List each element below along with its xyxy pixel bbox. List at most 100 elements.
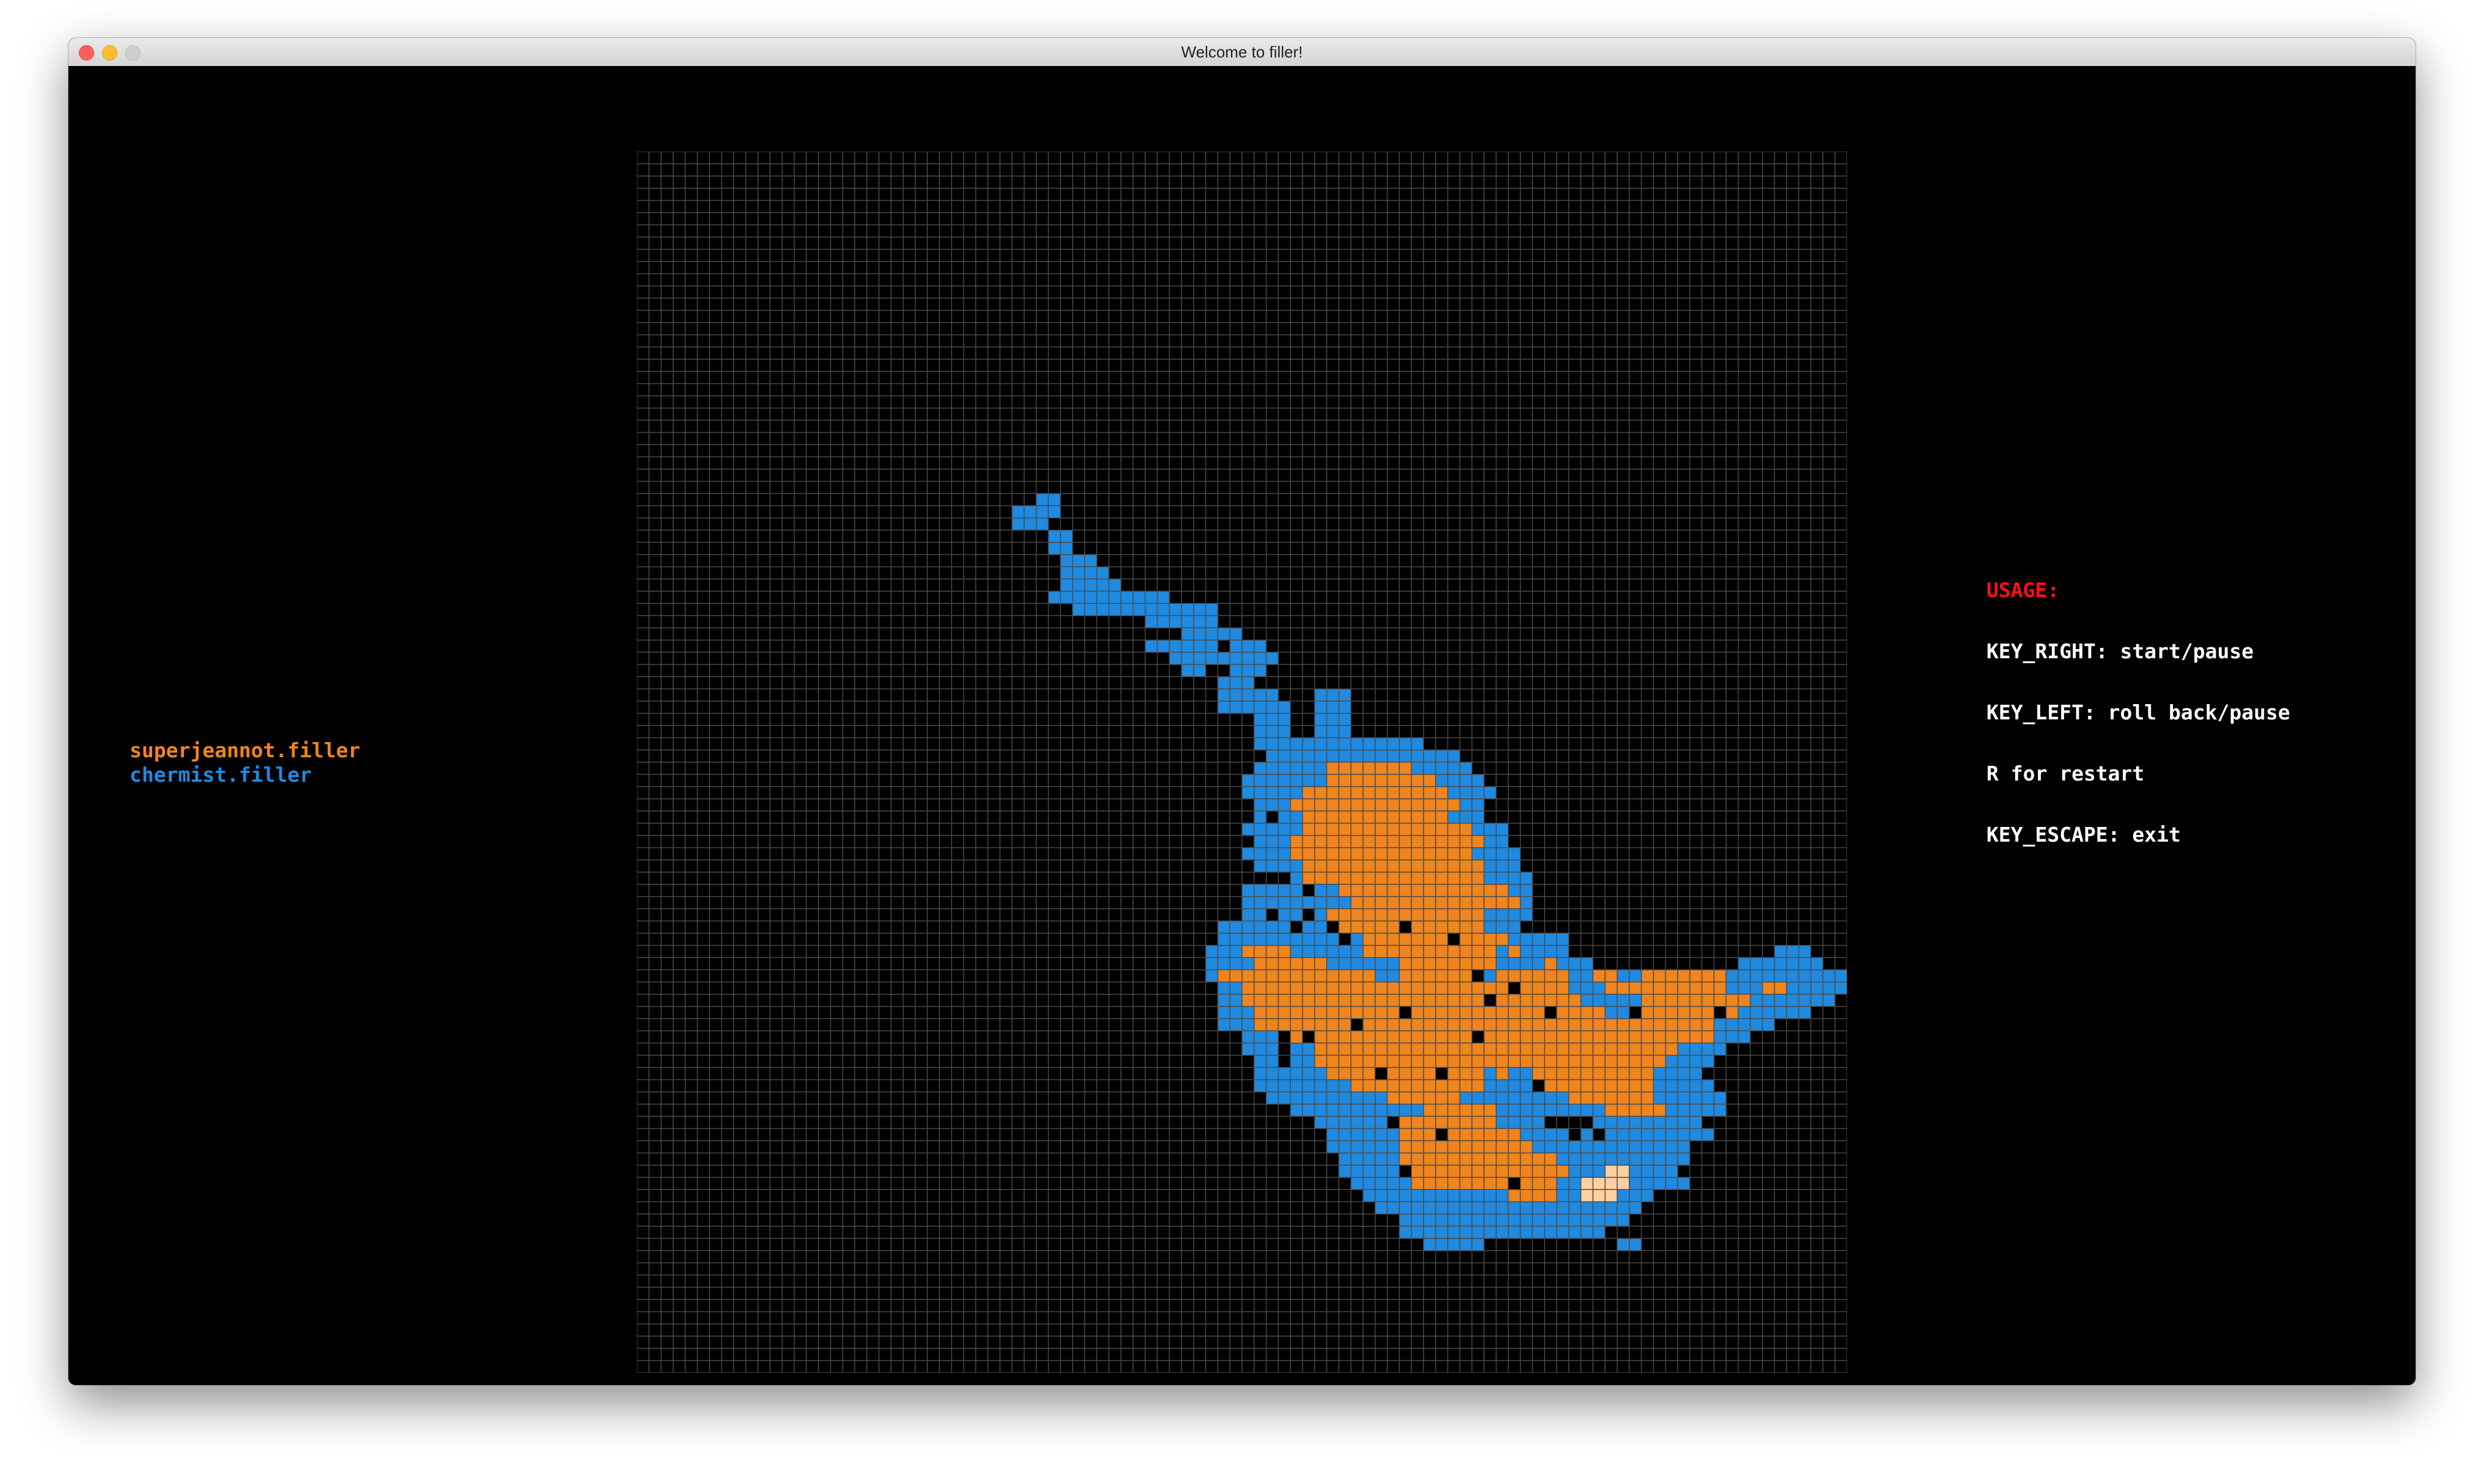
player-1-cell bbox=[1387, 994, 1400, 1007]
player-2-cell bbox=[1424, 1202, 1436, 1214]
player-2-cell bbox=[1798, 994, 1811, 1007]
player-1-cell bbox=[1266, 1006, 1279, 1019]
player-2-cell bbox=[1314, 738, 1327, 751]
player-1-cell bbox=[1460, 884, 1472, 897]
player-2-cell bbox=[1303, 762, 1315, 774]
player-2-cell bbox=[1121, 591, 1133, 604]
player-1-cell bbox=[1266, 945, 1279, 958]
player-2-cell bbox=[1242, 1006, 1254, 1019]
empty-hole-cell bbox=[1266, 810, 1279, 823]
player-2-cell bbox=[1568, 1165, 1581, 1178]
player-1-cell bbox=[1689, 994, 1702, 1007]
player-1-cell bbox=[1545, 1055, 1557, 1068]
player-2-cell bbox=[1484, 1202, 1496, 1214]
empty-hole-cell bbox=[1568, 1128, 1581, 1141]
player-1-cell bbox=[1520, 1018, 1533, 1031]
player-1-cell bbox=[1460, 872, 1472, 884]
title-bar[interactable]: Welcome to filler! bbox=[68, 38, 2416, 67]
player-1-cell bbox=[1556, 1006, 1569, 1019]
player-1-cell bbox=[1303, 957, 1315, 970]
player-1-cell bbox=[1387, 1092, 1400, 1104]
player-1-cell bbox=[1411, 1067, 1424, 1080]
player-2-cell bbox=[1835, 969, 1847, 982]
empty-hole-cell bbox=[1545, 1006, 1557, 1019]
player-2-cell bbox=[1750, 982, 1763, 994]
player-2-cell bbox=[1145, 591, 1158, 604]
player-1-cell bbox=[1266, 969, 1279, 982]
player-1-cell bbox=[1545, 1067, 1557, 1080]
player-1-cell bbox=[1472, 1006, 1484, 1019]
player-2-cell bbox=[1266, 896, 1279, 909]
player-2-cell bbox=[1290, 774, 1303, 787]
player-1-cell bbox=[1266, 1018, 1279, 1031]
player-2-cell bbox=[1314, 774, 1327, 787]
player-2-cell bbox=[1424, 762, 1436, 774]
player-2-cell bbox=[1278, 725, 1291, 738]
player-2-cell bbox=[1363, 1153, 1375, 1166]
player-1-cell bbox=[1278, 1018, 1291, 1031]
player-2-cell bbox=[1303, 945, 1315, 958]
usage-line-restart: R for restart bbox=[1986, 762, 2145, 785]
player-2-cell bbox=[1230, 920, 1242, 933]
player-1-cell bbox=[1424, 1092, 1436, 1104]
player-1-cell bbox=[1424, 1030, 1436, 1043]
player-2-cell bbox=[1653, 1128, 1666, 1141]
player-1-cell bbox=[1484, 1177, 1496, 1190]
player-2-cell bbox=[1266, 847, 1279, 860]
player-1-cell bbox=[1447, 1006, 1460, 1019]
player-2-cell bbox=[1447, 774, 1460, 787]
player-2-cell bbox=[1375, 738, 1387, 751]
player-1-cell bbox=[1689, 969, 1702, 982]
player-1-cell bbox=[1460, 1006, 1472, 1019]
player-1-cell bbox=[1435, 945, 1448, 958]
player-2-cell bbox=[1193, 640, 1206, 653]
player-2-cell bbox=[1435, 774, 1448, 787]
player-1-cell bbox=[1326, 1006, 1339, 1019]
player-2-cell bbox=[1339, 945, 1351, 958]
player-2-cell bbox=[1666, 1153, 1678, 1166]
player-1-cell bbox=[1399, 994, 1412, 1007]
player-2-cell bbox=[1242, 689, 1254, 702]
player-1-cell bbox=[1532, 1018, 1545, 1031]
player-2-cell bbox=[1303, 1067, 1315, 1080]
player-1-cell bbox=[1387, 859, 1400, 872]
player-2-cell bbox=[1738, 982, 1751, 994]
player-2-cell bbox=[1048, 530, 1060, 543]
player-2-cell bbox=[1351, 1104, 1363, 1117]
player-2-cell bbox=[1629, 1153, 1642, 1166]
player-1-cell bbox=[1472, 1104, 1484, 1117]
player-1-cell bbox=[1411, 957, 1424, 970]
player-1-cell bbox=[1460, 1043, 1472, 1056]
player-2-cell bbox=[1157, 640, 1170, 653]
player-1-cell bbox=[1460, 1067, 1472, 1080]
player-1-cell bbox=[1520, 969, 1533, 982]
player-2-cell bbox=[1254, 884, 1266, 897]
player-1-cell bbox=[1411, 1043, 1424, 1056]
player-1-cell bbox=[1496, 896, 1508, 909]
player-2-cell bbox=[1314, 933, 1327, 946]
player-1-cell bbox=[1556, 1030, 1569, 1043]
empty-hole-cell bbox=[1472, 969, 1484, 982]
player-2-cell bbox=[1230, 957, 1242, 970]
player-1-cell bbox=[1351, 1030, 1363, 1043]
player-2-cell bbox=[1460, 798, 1472, 811]
player-1-cell bbox=[1326, 810, 1339, 823]
player-1-cell bbox=[1326, 908, 1339, 921]
player-2-cell bbox=[1193, 615, 1206, 628]
player-1-cell bbox=[1375, 933, 1387, 946]
empty-hole-cell bbox=[1399, 1006, 1412, 1019]
player-1-cell bbox=[1568, 1043, 1581, 1056]
player-1-cell bbox=[1314, 872, 1327, 884]
player-1-cell bbox=[1472, 957, 1484, 970]
player-1-cell bbox=[1496, 1067, 1508, 1080]
player-2-cell bbox=[1157, 615, 1170, 628]
player-2-cell bbox=[1605, 1153, 1617, 1166]
player-2-cell bbox=[1435, 1202, 1448, 1214]
player-1-cell bbox=[1653, 994, 1666, 1007]
player-1-cell bbox=[1399, 762, 1412, 774]
player-1-cell bbox=[1290, 835, 1303, 848]
player-2-cell bbox=[1363, 1092, 1375, 1104]
player-2-cell bbox=[1278, 859, 1291, 872]
player-1-cell bbox=[1339, 823, 1351, 836]
player-2-cell bbox=[1097, 579, 1109, 592]
